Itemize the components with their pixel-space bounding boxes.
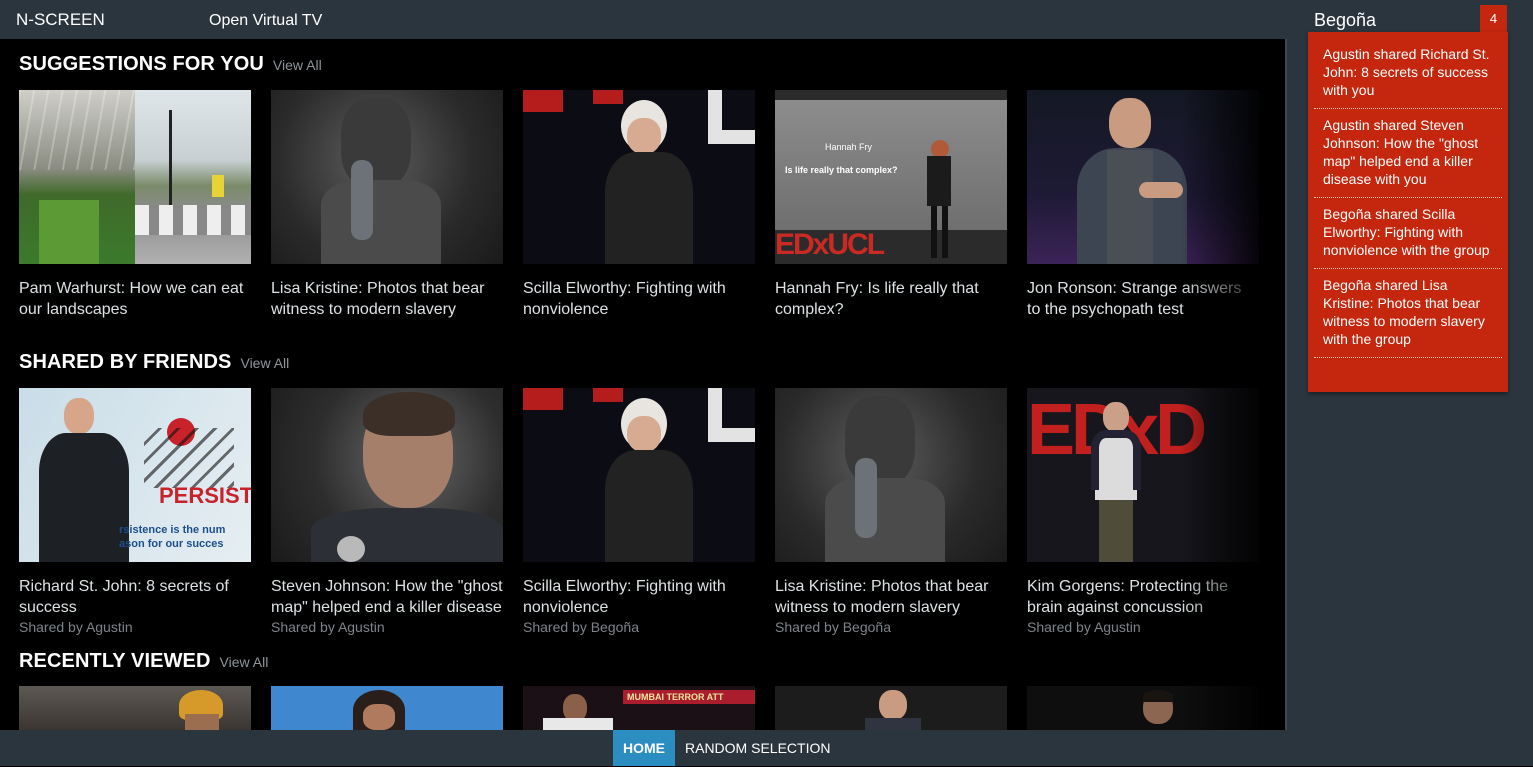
- main-content: SUGGESTIONS FOR YOU View All Pam Warhurs…: [0, 39, 1285, 730]
- video-title: Scilla Elworthy: Fighting with nonviolen…: [523, 578, 726, 616]
- video-thumbnail: [775, 686, 1007, 730]
- video-title: Kim Gorgens: Protecting the brain agains…: [1027, 578, 1228, 616]
- app-logo[interactable]: N-SCREEN: [16, 10, 105, 30]
- video-card[interactable]: PERSIST rsistence is the num ason for ou…: [19, 388, 251, 635]
- slide-text: PERSIST: [159, 483, 251, 508]
- top-bar: N-SCREEN Open Virtual TV: [0, 0, 1533, 39]
- video-card[interactable]: Lisa Kristine: Photos that bear witness …: [775, 388, 1007, 635]
- section-header-suggestions: SUGGESTIONS FOR YOU View All: [19, 53, 322, 76]
- video-title: Lisa Kristine: Photos that bear witness …: [775, 578, 989, 616]
- video-card[interactable]: Scilla Elworthy: Fighting with nonviolen…: [523, 90, 755, 320]
- screen-text: MUMBAI TERROR ATT: [627, 692, 724, 702]
- app-subtitle: Open Virtual TV: [209, 12, 323, 29]
- shared-by-label: Shared by Agustin: [271, 619, 385, 635]
- video-thumbnail: Hannah Fry Is life really that complex? …: [775, 90, 1007, 264]
- shared-by-label: Shared by Agustin: [19, 619, 133, 635]
- video-card[interactable]: [271, 686, 503, 730]
- recent-row: MUMBAI TERROR ATT: [19, 686, 1279, 730]
- slide-text: rsistence is the num ason for our succes: [119, 524, 226, 550]
- section-header-shared: SHARED BY FRIENDS View All: [19, 351, 289, 374]
- section-title: SHARED BY FRIENDS: [19, 351, 232, 373]
- video-title: Pam Warhurst: How we can eat our landsca…: [19, 280, 244, 318]
- video-card[interactable]: Jon Ronson: Strange answers to the psych…: [1027, 90, 1259, 320]
- video-card[interactable]: MUMBAI TERROR ATT: [523, 686, 755, 730]
- video-title: Hannah Fry: Is life really that complex?: [775, 280, 979, 318]
- section-title: SUGGESTIONS FOR YOU: [19, 53, 264, 75]
- shared-by-label: Shared by Begoña: [523, 619, 639, 635]
- user-name[interactable]: Begoña: [1314, 10, 1376, 31]
- video-thumbnail: PERSIST rsistence is the num ason for ou…: [19, 388, 251, 562]
- video-card[interactable]: [19, 686, 251, 730]
- video-card[interactable]: Lisa Kristine: Photos that bear witness …: [271, 90, 503, 320]
- notification-item[interactable]: Begoña shared Scilla Elworthy: Fighting …: [1314, 198, 1502, 269]
- home-button[interactable]: HOME: [613, 730, 675, 766]
- video-thumbnail: [19, 686, 251, 730]
- video-card[interactable]: [775, 686, 1007, 730]
- video-title: Jon Ronson: Strange answers to the psych…: [1027, 280, 1242, 318]
- notifications-panel: Agustin shared Richard St. John: 8 secre…: [1308, 32, 1508, 392]
- view-all-link[interactable]: View All: [273, 57, 322, 73]
- section-header-recent: RECENTLY VIEWED View All: [19, 650, 268, 673]
- video-thumbnail: MUMBAI TERROR ATT: [523, 686, 755, 730]
- video-card[interactable]: Hannah Fry Is life really that complex? …: [775, 90, 1007, 320]
- video-thumbnail: [523, 388, 755, 562]
- video-thumbnail: EDxD: [1027, 388, 1259, 562]
- video-thumbnail: [1027, 686, 1259, 730]
- shared-by-label: Shared by Begoña: [775, 619, 891, 635]
- video-title: Scilla Elworthy: Fighting with nonviolen…: [523, 280, 726, 318]
- tedx-logo: EDxUCL: [775, 228, 885, 261]
- random-selection-button[interactable]: RANDOM SELECTION: [685, 730, 830, 766]
- notification-item[interactable]: Agustin shared Richard St. John: 8 secre…: [1314, 38, 1502, 109]
- view-all-link[interactable]: View All: [240, 355, 289, 371]
- video-thumbnail: [271, 686, 503, 730]
- video-thumbnail: [271, 90, 503, 264]
- slide-text: Hannah Fry: [825, 142, 873, 152]
- video-thumbnail: [19, 90, 251, 264]
- suggestions-row: Pam Warhurst: How we can eat our landsca…: [19, 90, 1279, 320]
- bottom-nav-bar: HOME RANDOM SELECTION: [0, 730, 1533, 766]
- video-title: Steven Johnson: How the "ghost map" help…: [271, 578, 503, 616]
- shared-row: PERSIST rsistence is the num ason for ou…: [19, 388, 1279, 635]
- video-thumbnail: [523, 90, 755, 264]
- video-card[interactable]: Pam Warhurst: How we can eat our landsca…: [19, 90, 251, 320]
- video-title: Richard St. John: 8 secrets of success: [19, 578, 229, 616]
- video-card[interactable]: [1027, 686, 1259, 730]
- shared-by-label: Shared by Agustin: [1027, 619, 1141, 635]
- section-title: RECENTLY VIEWED: [19, 650, 211, 672]
- notification-item[interactable]: Begoña shared Lisa Kristine: Photos that…: [1314, 269, 1502, 358]
- video-thumbnail: [1027, 90, 1259, 264]
- notification-item[interactable]: Agustin shared Steven Johnson: How the "…: [1314, 109, 1502, 198]
- video-card[interactable]: Steven Johnson: How the "ghost map" help…: [271, 388, 503, 635]
- notification-count-badge[interactable]: 4: [1480, 5, 1507, 32]
- video-card[interactable]: EDxD Kim Gorgens: Protecting the brain a…: [1027, 388, 1259, 635]
- video-card[interactable]: Scilla Elworthy: Fighting with nonviolen…: [523, 388, 755, 635]
- video-thumbnail: [271, 388, 503, 562]
- video-thumbnail: [775, 388, 1007, 562]
- video-title: Lisa Kristine: Photos that bear witness …: [271, 280, 485, 318]
- slide-text: Is life really that complex?: [785, 165, 898, 175]
- view-all-link[interactable]: View All: [220, 654, 269, 670]
